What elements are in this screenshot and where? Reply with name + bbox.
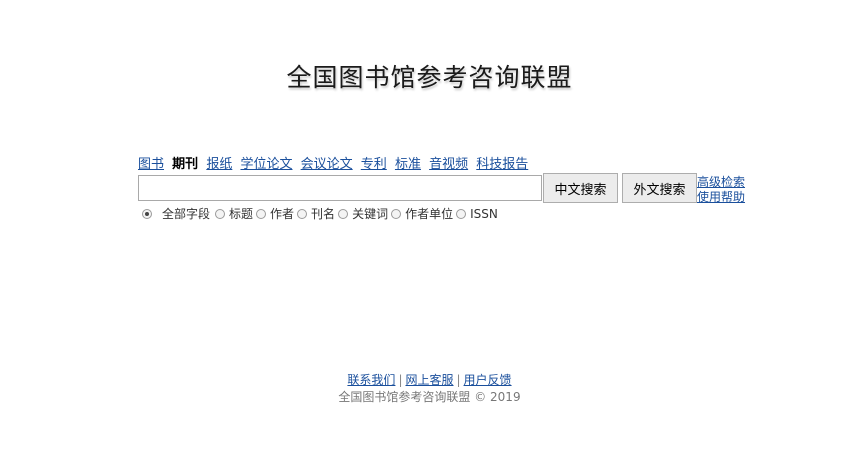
tab-newspapers[interactable]: 报纸 (206, 157, 232, 172)
tab-standards[interactable]: 标准 (395, 157, 421, 172)
field-label: 全部字段 (162, 207, 211, 221)
tab-tech-reports[interactable]: 科技报告 (476, 157, 528, 172)
field-label: 标题 (229, 207, 254, 221)
field-label: ISSN (470, 206, 498, 221)
radio-button[interactable] (215, 208, 226, 219)
site-logo-title: 全国图书馆参考咨询联盟 (286, 63, 573, 92)
radio-button[interactable] (391, 208, 402, 219)
radio-button[interactable] (456, 208, 467, 219)
copyright-text: 全国图书馆参考咨询联盟 © 2019 (338, 390, 521, 404)
category-tabs: 图书 期刊 报纸 学位论文 会议论文 专利 标准 音视频 科技报告 (138, 153, 532, 172)
search-field-options: 全部字段 标题 作者 刊名 关键词 作者单位 ISSN (142, 205, 501, 222)
field-label: 作者单位 (405, 207, 454, 221)
user-feedback-link[interactable]: 用户反馈 (464, 373, 512, 387)
field-label: 作者 (270, 207, 295, 221)
field-label: 刊名 (311, 207, 336, 221)
tab-books[interactable]: 图书 (138, 157, 164, 172)
online-service-link[interactable]: 网上客服 (405, 373, 453, 387)
field-option-journal-name[interactable]: 刊名 (297, 205, 335, 222)
field-label: 关键词 (352, 207, 389, 221)
tab-audio-video[interactable]: 音视频 (429, 157, 468, 172)
field-option-keyword[interactable]: 关键词 (338, 205, 388, 222)
foreign-search-button[interactable]: 外文搜索 (622, 173, 697, 203)
contact-us-link[interactable]: 联系我们 (347, 373, 395, 387)
field-option-all[interactable]: 全部字段 (142, 205, 210, 222)
radio-button[interactable] (256, 208, 267, 219)
page: 全国图书馆参考咨询联盟 图书 期刊 报纸 学位论文 会议论文 专利 标准 音视频… (0, 0, 859, 454)
footer-links: 联系我们 | 网上客服 | 用户反馈 (0, 371, 859, 388)
field-option-author-affiliation[interactable]: 作者单位 (391, 205, 453, 222)
footer-separator: | (456, 373, 461, 387)
radio-button[interactable] (297, 208, 308, 219)
tab-patents[interactable]: 专利 (361, 157, 387, 172)
search-side-links: 高级检索 使用帮助 (697, 175, 745, 205)
chinese-search-button[interactable]: 中文搜索 (543, 173, 618, 203)
tab-journals[interactable]: 期刊 (172, 157, 198, 172)
radio-button-checked[interactable] (142, 208, 152, 219)
field-option-title[interactable]: 标题 (215, 205, 253, 222)
tab-conference-papers[interactable]: 会议论文 (301, 157, 353, 172)
help-link[interactable]: 使用帮助 (697, 190, 745, 205)
tab-theses[interactable]: 学位论文 (240, 157, 292, 172)
field-option-issn[interactable]: ISSN (456, 207, 498, 221)
footer-separator: | (398, 373, 403, 387)
radio-button[interactable] (338, 208, 349, 219)
advanced-search-link[interactable]: 高级检索 (697, 175, 745, 190)
field-option-author[interactable]: 作者 (256, 205, 294, 222)
search-input[interactable] (138, 175, 542, 201)
